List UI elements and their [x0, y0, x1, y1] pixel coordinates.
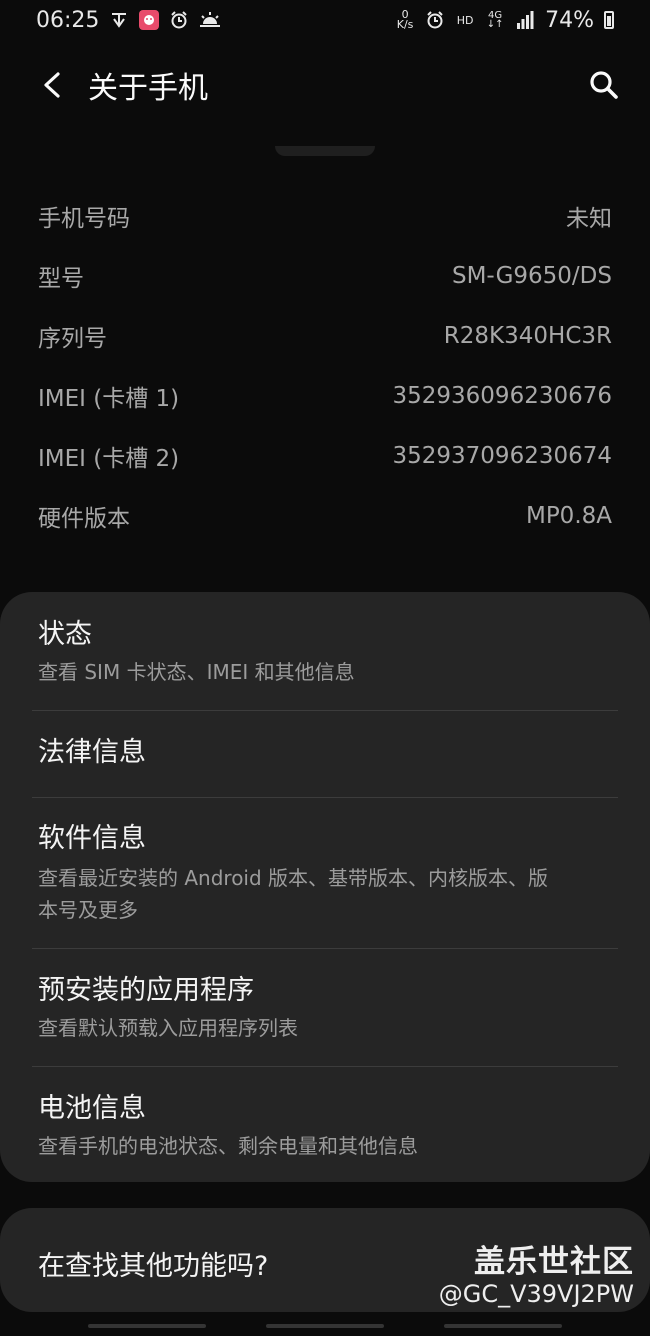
menu-item-subtitle: 查看默认预载入应用程序列表 [38, 1016, 298, 1040]
gesture-nav-bar [0, 1324, 650, 1330]
info-label: IMEI (卡槽 1) [38, 386, 180, 412]
alarm-icon [169, 9, 189, 31]
menu-item-title: 电池信息 [38, 1093, 146, 1124]
info-row-serial[interactable]: 序列号 R28K340HC3R [0, 306, 650, 366]
battery-percent: 74% [545, 7, 594, 33]
info-value: 未知 [566, 206, 612, 232]
app-notification-icon [139, 10, 160, 30]
menu-item-battery-info[interactable]: 电池信息 查看手机的电池状态、剩余电量和其他信息 [0, 1092, 650, 1162]
info-row-imei-1[interactable]: IMEI (卡槽 1) 352936096230676 [0, 366, 650, 426]
battery-icon [604, 11, 614, 29]
hd-icon: HD [456, 13, 474, 27]
back-button[interactable] [34, 67, 70, 103]
alarm-icon [425, 9, 445, 31]
nav-line[interactable] [88, 1324, 206, 1328]
4g-icon: 4G ↓↑ [485, 9, 505, 31]
watermark-user: @GC_V39VJ2PW [438, 1280, 634, 1308]
info-row-phone-number[interactable]: 手机号码 未知 [0, 186, 650, 246]
menu-item-subtitle-continued: 本号及更多 [38, 898, 138, 922]
drag-handle [275, 146, 375, 156]
status-bar: 06:25 0 K/s HD 4G ↓↑ 74% [0, 0, 650, 40]
info-value: SM-G9650/DS [451, 263, 612, 289]
divider [32, 1066, 618, 1067]
info-value: 352937096230674 [392, 443, 613, 469]
info-row-model[interactable]: 型号 SM-G9650/DS [0, 246, 650, 306]
menu-item-subtitle: 查看手机的电池状态、剩余电量和其他信息 [38, 1134, 418, 1158]
divider [32, 797, 618, 798]
nav-line[interactable] [444, 1324, 562, 1328]
page-title: 关于手机 [88, 71, 208, 106]
info-label: 型号 [38, 266, 84, 292]
signal-bars-icon [515, 9, 535, 31]
search-icon [590, 71, 618, 99]
info-label: 硬件版本 [38, 506, 130, 532]
watermark-site: 盖乐世社区 [474, 1244, 634, 1280]
find-more-text: 在查找其他功能吗? [38, 1251, 269, 1282]
divider [32, 948, 618, 949]
network-speed-icon: 0 K/s [395, 9, 415, 31]
menu-item-preinstalled-apps[interactable]: 预安装的应用程序 查看默认预载入应用程序列表 [0, 974, 650, 1044]
divider [32, 710, 618, 711]
info-value: MP0.8A [525, 503, 612, 529]
menu-item-title: 状态 [38, 619, 92, 650]
lte-arrows: ↓↑ [486, 19, 504, 30]
menu-item-legal[interactable]: 法律信息 [0, 736, 650, 770]
menu-item-subtitle: 查看最近安装的 Android 版本、基带版本、内核版本、版 [38, 866, 549, 890]
info-value: 352936096230676 [392, 383, 613, 409]
info-label: IMEI (卡槽 2) [38, 446, 180, 472]
signal-text-icon [109, 9, 129, 31]
back-icon [44, 72, 60, 98]
info-value: R28K340HC3R [443, 323, 612, 349]
menu-item-title: 软件信息 [38, 823, 146, 854]
nav-line[interactable] [266, 1324, 384, 1328]
status-left: 06:25 [36, 8, 221, 33]
status-right: 0 K/s HD 4G ↓↑ 74% [395, 8, 614, 33]
status-time: 06:25 [36, 7, 100, 33]
info-label: 手机号码 [38, 206, 130, 232]
weather-icon [199, 9, 221, 31]
search-button[interactable] [584, 65, 624, 105]
app-bar: 关于手机 [0, 50, 650, 120]
info-row-hardware-version[interactable]: 硬件版本 MP0.8A [0, 486, 650, 546]
menu-item-title: 法律信息 [38, 737, 146, 768]
menu-item-software-info[interactable]: 软件信息 查看最近安装的 Android 版本、基带版本、内核版本、版 本号及更… [0, 822, 650, 926]
device-info-list: 手机号码 未知 型号 SM-G9650/DS 序列号 R28K340HC3R I… [0, 186, 650, 546]
menu-item-title: 预安装的应用程序 [38, 975, 254, 1006]
menu-item-subtitle: 查看 SIM 卡状态、IMEI 和其他信息 [38, 660, 355, 684]
speed-unit: K/s [396, 18, 414, 31]
menu-item-status[interactable]: 状态 查看 SIM 卡状态、IMEI 和其他信息 [0, 618, 650, 688]
info-row-imei-2[interactable]: IMEI (卡槽 2) 352937096230674 [0, 426, 650, 486]
settings-card: 状态 查看 SIM 卡状态、IMEI 和其他信息 法律信息 软件信息 查看最近安… [0, 592, 650, 1182]
info-label: 序列号 [38, 326, 107, 352]
